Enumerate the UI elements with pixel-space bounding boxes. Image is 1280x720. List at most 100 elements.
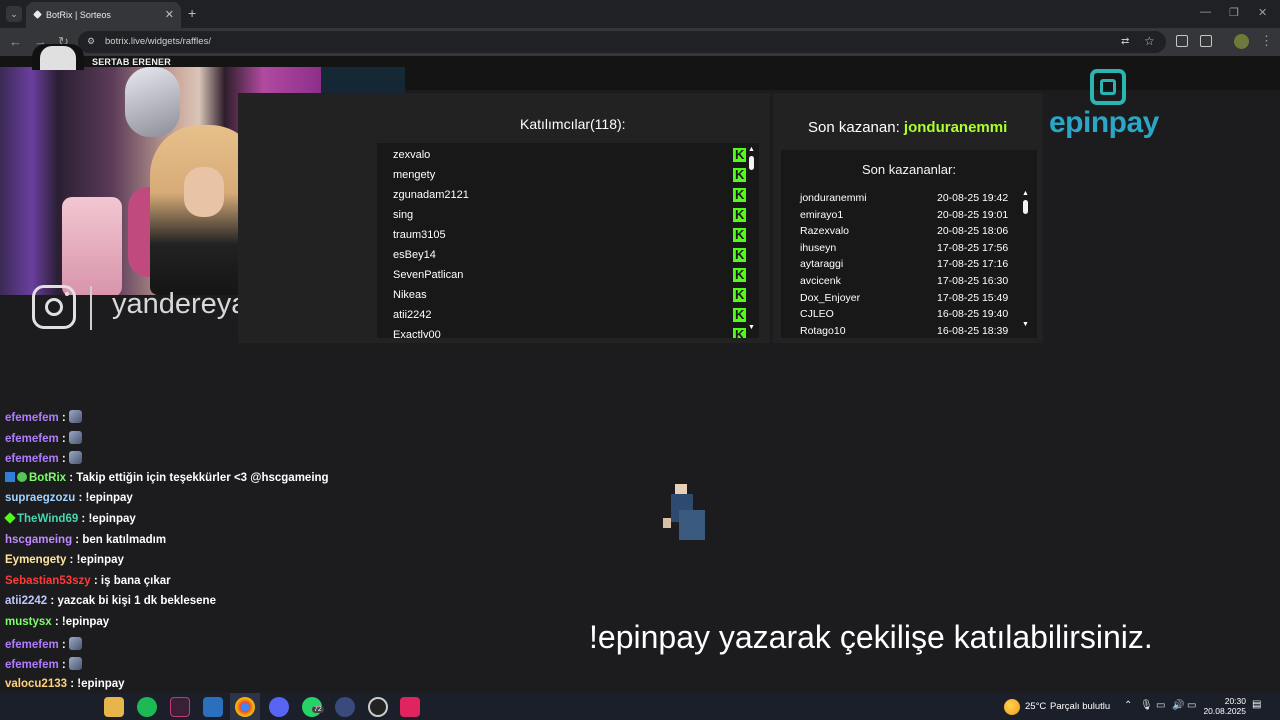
chat-username: efemefem: [5, 638, 59, 651]
media-app-icon[interactable]: [400, 697, 420, 717]
notification-icon[interactable]: ▤: [1252, 699, 1261, 710]
tray-app-icon[interactable]: ▭: [1156, 700, 1165, 711]
chat-message: efemefem :: [5, 410, 82, 430]
kick-icon: [733, 287, 746, 302]
participant-row: SevenPatlican: [393, 267, 753, 289]
display-icon[interactable]: ▭: [1187, 700, 1196, 711]
spotify-icon[interactable]: [137, 697, 157, 717]
weather-description[interactable]: Parçalı bulutlu: [1050, 701, 1110, 712]
restore-icon[interactable]: ❐: [1229, 6, 1239, 19]
chat-message: efemefem :: [5, 430, 82, 451]
instruction-text: !epinpay yazarak çekilişe katılabilirsin…: [589, 619, 1153, 655]
chat-username: atii2242: [5, 595, 48, 608]
weather-icon[interactable]: [1004, 699, 1020, 715]
winner-row: Rotago10 16-08-25 18:39: [800, 325, 1030, 338]
chrome-icon[interactable]: [235, 697, 255, 717]
file-explorer-icon[interactable]: [104, 697, 124, 717]
profile-avatar[interactable]: [1234, 34, 1249, 49]
participant-row: Nikeas: [393, 287, 753, 309]
close-window-icon[interactable]: ✕: [1258, 6, 1267, 19]
winner-row: emirayo1 20-08-25 19:01: [800, 209, 1030, 226]
recent-winners-box[interactable]: Son kazananlar: jonduranemmi 20-08-25 19:…: [781, 150, 1037, 338]
kick-icon: [733, 227, 746, 242]
chat-username: efemefem: [5, 659, 59, 672]
chat-message: efemefem :: [5, 451, 82, 471]
chat-username: supraegzozu: [5, 492, 76, 505]
scroll-down-icon[interactable]: ▼: [748, 324, 755, 331]
chat-text: !epinpay: [77, 677, 125, 690]
winners-scroll-thumb[interactable]: [1023, 200, 1028, 214]
clock-date: 20.08.2025: [1203, 706, 1246, 716]
tray-chevron-icon[interactable]: ⌃: [1124, 700, 1132, 711]
scroll-up-icon[interactable]: ▲: [748, 146, 755, 153]
chat-message: TheWind69 : !epinpay: [4, 512, 136, 533]
site-info-icon[interactable]: ⚙: [87, 36, 95, 47]
winner-row: ihuseyn 17-08-25 17:56: [800, 242, 1030, 259]
winner-name: ihuseyn: [800, 241, 837, 254]
address-bar[interactable]: ⚙ botrix.live/widgets/raffles/ ⇄ ☆: [78, 31, 1166, 53]
back-icon[interactable]: ←: [9, 34, 22, 49]
browser-tab[interactable]: BotRix | Sorteos ✕: [26, 2, 181, 28]
chat-separator: :: [58, 659, 69, 672]
overlay-avatar: [32, 44, 84, 70]
clock[interactable]: 20:30 20.08.2025: [1200, 696, 1246, 716]
streamer-face: [184, 167, 224, 217]
winner-date: 17-08-25 17:56: [937, 241, 1009, 254]
volume-icon[interactable]: 🔊: [1172, 700, 1184, 711]
puzzle-extensions-icon[interactable]: [1200, 35, 1212, 47]
winners-scroll-up-icon[interactable]: ▲: [1022, 190, 1029, 197]
winners-scrollbar[interactable]: ▲ ▼: [1022, 190, 1029, 332]
winner-name: jonduranemmi: [800, 192, 867, 204]
tab-close-icon[interactable]: ✕: [165, 8, 174, 21]
chat-emote-icon: [68, 657, 82, 671]
chat-username: efemefem: [5, 453, 59, 466]
participant-name: mengety: [393, 169, 436, 181]
participant-row: Exactly00: [393, 327, 753, 338]
tab-search-button[interactable]: ⌄: [6, 6, 22, 22]
participant-name: Nikeas: [393, 289, 427, 301]
app-icon[interactable]: [170, 697, 190, 717]
winners-scroll-down-icon[interactable]: ▼: [1022, 321, 1029, 328]
chat-emote-icon: [68, 430, 82, 444]
mascot-character: [663, 484, 705, 540]
editor-icon[interactable]: [203, 697, 223, 717]
extension-icon[interactable]: [1176, 35, 1188, 47]
whatsapp-icon[interactable]: 72: [302, 697, 324, 717]
mascot-hand: [663, 518, 671, 528]
chat-separator: :: [67, 677, 78, 690]
bookmark-star-icon[interactable]: ☆: [1144, 34, 1155, 48]
obs-icon[interactable]: [368, 697, 388, 717]
steam-icon[interactable]: [335, 697, 355, 717]
translate-icon[interactable]: ⇄: [1121, 36, 1129, 47]
chat-message: efemefem :: [5, 636, 82, 657]
tab-title: BotRix | Sorteos: [46, 10, 111, 20]
minimize-icon[interactable]: —: [1200, 6, 1211, 18]
participants-title: Katılımcılar(118):: [520, 116, 626, 132]
new-tab-button[interactable]: +: [188, 5, 196, 21]
instagram-icon: [32, 285, 76, 329]
menu-kebab-icon[interactable]: ⋮: [1260, 33, 1273, 49]
chat-emote-icon: [68, 410, 82, 423]
temperature[interactable]: 25°C: [1025, 701, 1046, 712]
winner-name: avcicenk: [800, 275, 841, 287]
winner-row: aytaraggi 17-08-25 17:16: [800, 258, 1030, 275]
overlay-name: SERTAB ERENER: [92, 57, 171, 67]
scroll-thumb[interactable]: [749, 156, 754, 170]
chat-username: hscgameing: [5, 533, 73, 546]
winner-date: 20-08-25 19:01: [937, 208, 1009, 221]
discord-icon[interactable]: [269, 697, 289, 717]
winner-row: Razexvalo 20-08-25 18:06: [800, 225, 1030, 242]
chat-text: !epinpay: [61, 616, 110, 628]
winner-date: 16-08-25 18:39: [937, 324, 1009, 337]
last-winner-name: jonduranemmi: [903, 119, 1008, 136]
participant-name: zexvalo: [393, 149, 431, 161]
pink-microphone: [62, 197, 122, 295]
participant-name: sing: [393, 209, 414, 221]
participants-scrollbar[interactable]: ▲ ▼: [748, 146, 755, 333]
chat-message: supraegzozu : !epinpay: [5, 492, 133, 512]
chat-separator: :: [58, 432, 69, 445]
participants-list[interactable]: zexvalo mengety zgunadam2121 sing traum3105 e…: [377, 143, 759, 338]
chat-separator: :: [90, 574, 101, 587]
chat-separator: :: [78, 513, 89, 525]
microphone-icon[interactable]: 🎙: [1140, 700, 1153, 711]
